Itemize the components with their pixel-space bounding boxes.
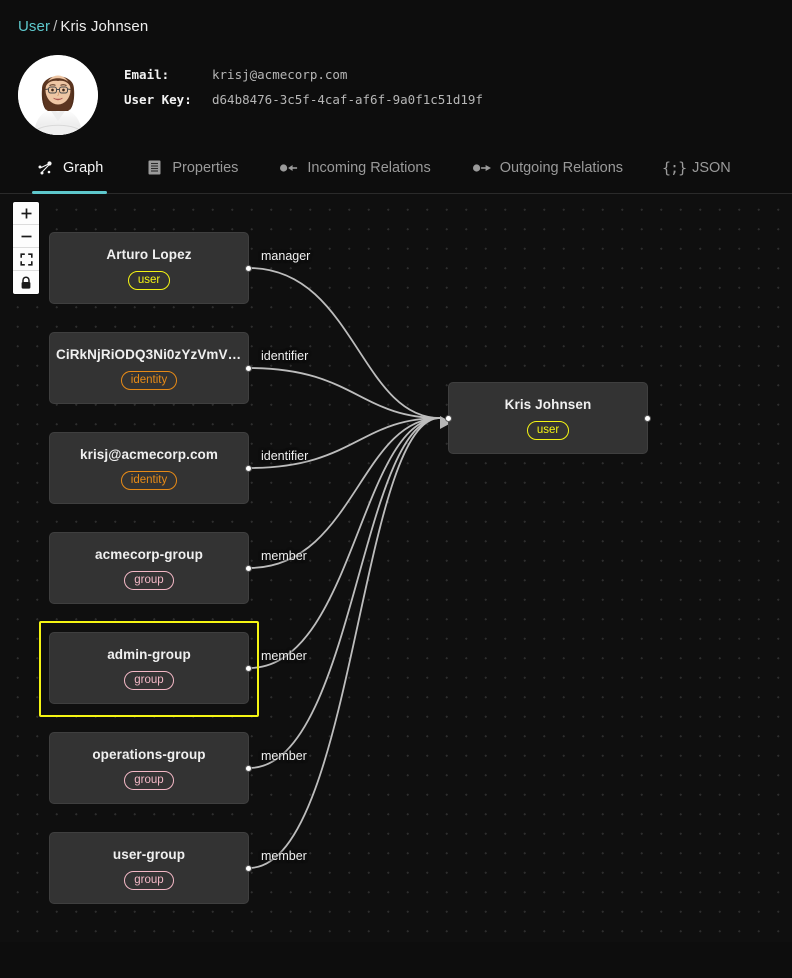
edge-label-acmecorp-group: member [261,549,307,563]
tab-graph-label: Graph [63,159,104,176]
identity-row-email: Email: krisj@acmecorp.com [124,62,483,87]
node-title: acmecorp-group [95,546,203,562]
tab-bar: Graph Properties Incoming Relations Outg… [0,142,792,194]
edge-label-identity-email: identifier [261,449,309,463]
node-title: admin-group [107,646,191,662]
plus-icon [21,208,31,218]
graph-node-arturo-lopez[interactable]: Arturo Lopez user [49,232,252,304]
fit-view-button[interactable] [13,248,39,271]
tab-json[interactable]: {;} JSON [662,142,731,193]
identity-fields: Email: krisj@acmecorp.com User Key: d64b… [124,62,483,112]
graph-edge-arturo-lopez [248,267,441,419]
graph-edge-operations-group [248,417,441,769]
user-key-label: User Key: [124,92,192,107]
breadcrumb-parent-link[interactable]: User [18,18,50,35]
breadcrumb-separator: / [53,18,58,35]
node-title: operations-group [92,746,206,762]
graph-controls [13,202,39,294]
tab-properties[interactable]: Properties [145,142,238,193]
arrow-incoming-icon [280,159,298,177]
node-handle-right[interactable] [245,764,252,772]
tab-outgoing-relations-label: Outgoing Relations [499,159,624,176]
node-handle-right[interactable] [644,414,651,422]
arrow-outgoing-icon [472,159,491,177]
identity-row-user-key: User Key: d64b8476-3c5f-4caf-af6f-9a0f1c… [124,87,483,112]
node-title: CiRkNjRiODQ3Ni0zYzVmVm... [56,346,242,362]
graph-edge-user-group [248,417,441,869]
node-handle-right[interactable] [245,464,252,472]
list-document-icon [145,159,163,177]
node-handle-right[interactable] [245,264,252,272]
tab-json-label: JSON [692,159,731,176]
node-handle-right[interactable] [245,664,252,672]
graph-node-identity-email[interactable]: krisj@acmecorp.com identity [49,432,252,504]
email-value: krisj@acmecorp.com [212,67,348,82]
graph-edge-identity-token [248,367,441,419]
user-key-value: d64b8476-3c5f-4caf-af6f-9a0f1c51d19f [212,92,483,107]
node-type-badge: identity [120,370,178,390]
tab-incoming-relations[interactable]: Incoming Relations [280,142,431,193]
node-title: krisj@acmecorp.com [79,446,219,462]
lock-icon [21,276,31,289]
tab-properties-label: Properties [172,159,239,176]
edge-label-arturo-lopez: manager [261,249,311,263]
node-handle-left[interactable] [445,414,452,422]
node-handle-right[interactable] [245,864,252,872]
node-type-badge: group [124,870,174,890]
breadcrumb: User / Kris Johnsen [0,0,792,35]
edge-label-operations-group: member [261,749,307,763]
graph-node-acmecorp-group[interactable]: acmecorp-group group [49,532,252,604]
email-label: Email: [124,67,170,82]
avatar [18,55,98,135]
zoom-out-button[interactable] [13,225,39,248]
node-title: user-group [112,846,186,862]
edge-label-identity-token: identifier [261,349,309,363]
graph-nodes-icon [36,159,54,177]
node-title: Kris Johnsen [504,396,592,412]
graph-node-operations-group[interactable]: operations-group group [49,732,252,804]
fit-view-icon [19,252,33,266]
graph-edge-acmecorp-group [248,417,441,569]
graph-node-kris-johnsen[interactable]: Kris Johnsen user [445,382,651,454]
minus-icon [21,235,31,237]
graph-canvas[interactable]: Kris Johnsen user Arturo Lopez user manager C… [0,194,792,942]
identity-header: Email: krisj@acmecorp.com User Key: d64b… [0,35,792,135]
node-handle-right[interactable] [245,364,252,372]
json-braces-icon: {;} [662,158,687,177]
tab-graph[interactable]: Graph [31,142,108,194]
graph-node-admin-group[interactable]: admin-group group [49,632,252,704]
tab-incoming-relations-label: Incoming Relations [307,159,431,176]
node-type-badge: identity [120,470,178,490]
tab-outgoing-relations[interactable]: Outgoing Relations [472,142,624,193]
graph-node-identity-token[interactable]: CiRkNjRiODQ3Ni0zYzVmVm... identity [49,332,252,404]
zoom-in-button[interactable] [13,202,39,225]
lock-toggle-button[interactable] [13,271,39,294]
breadcrumb-current: Kris Johnsen [60,18,149,35]
node-type-badge: user [127,270,171,290]
graph-node-user-group[interactable]: user-group group [49,832,252,904]
node-type-badge: group [124,770,174,790]
node-type-badge: group [124,570,174,590]
node-type-badge: group [124,670,174,690]
edge-label-admin-group: member [261,649,307,663]
node-title: Arturo Lopez [106,246,192,262]
node-handle-right[interactable] [245,564,252,572]
node-type-badge: user [526,420,570,440]
edge-label-user-group: member [261,849,307,863]
